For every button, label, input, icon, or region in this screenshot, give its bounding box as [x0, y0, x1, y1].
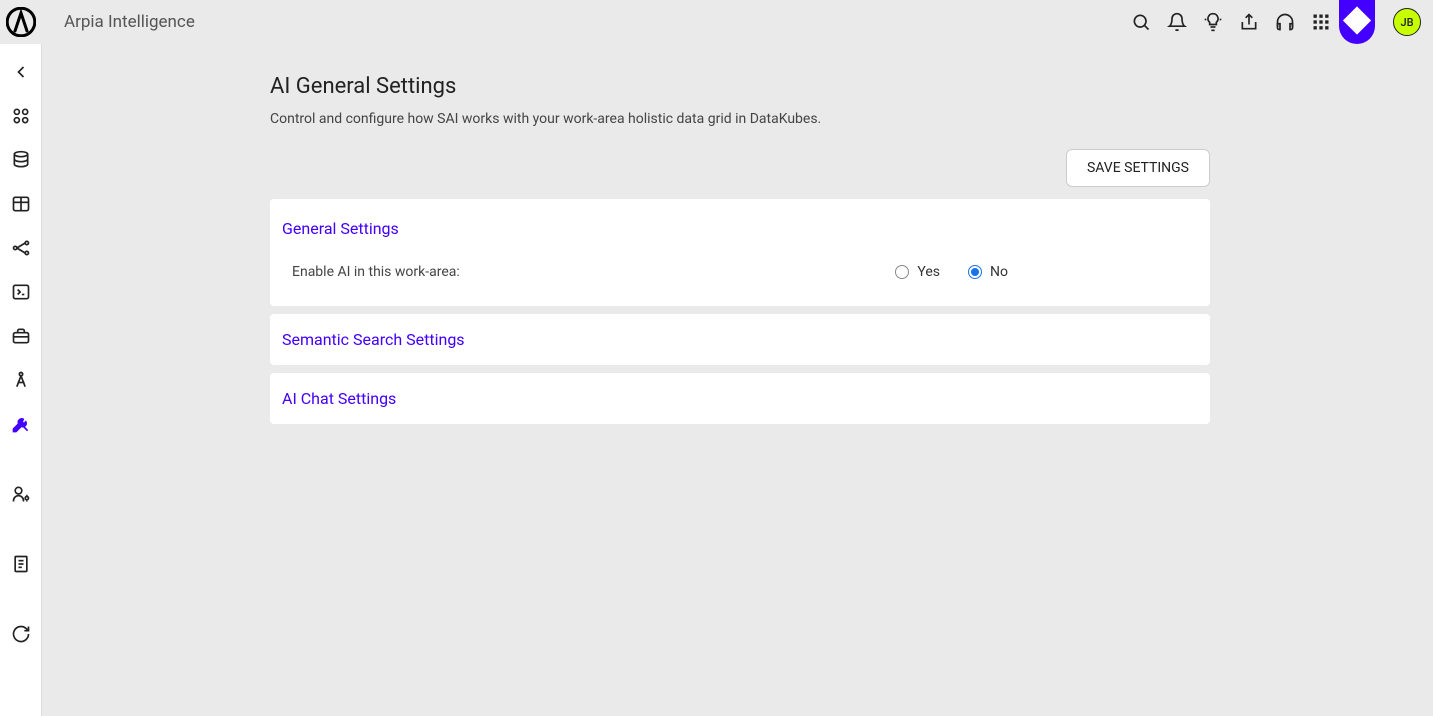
sidebar-item-toolbox-icon[interactable]: [0, 314, 42, 358]
logo-wrap: [0, 7, 42, 37]
enable-ai-radio-group: Yes No: [895, 264, 1198, 280]
enable-ai-no-option[interactable]: No: [968, 264, 1008, 280]
radio-icon: [895, 265, 909, 279]
panel-chat-title: AI Chat Settings: [282, 389, 1198, 408]
panel-semantic-search[interactable]: Semantic Search Settings: [270, 314, 1210, 365]
notifications-icon[interactable]: [1159, 4, 1195, 40]
idea-icon[interactable]: [1195, 4, 1231, 40]
design-tool-icon[interactable]: [1339, 0, 1375, 44]
panel-general-body: Enable AI in this work-area: Yes No: [282, 264, 1198, 286]
sidebar: [0, 44, 42, 716]
sidebar-item-tools-icon[interactable]: [0, 402, 42, 446]
page-title: AI General Settings: [270, 74, 1433, 99]
app-logo-icon[interactable]: [6, 7, 36, 37]
support-icon[interactable]: [1267, 4, 1303, 40]
sidebar-collapse-icon[interactable]: [0, 50, 42, 94]
page-subtitle: Control and configure how SAI works with…: [270, 111, 1433, 127]
panel-ai-chat[interactable]: AI Chat Settings: [270, 373, 1210, 424]
topbar-right: JB: [1123, 0, 1433, 44]
search-icon[interactable]: [1123, 4, 1159, 40]
panel-semantic-title: Semantic Search Settings: [282, 330, 1198, 349]
user-avatar[interactable]: JB: [1393, 8, 1421, 36]
sidebar-item-table-icon[interactable]: [0, 182, 42, 226]
enable-ai-yes-option[interactable]: Yes: [895, 264, 940, 280]
enable-ai-label: Enable AI in this work-area:: [292, 264, 460, 280]
main-content: AI General Settings Control and configur…: [42, 44, 1433, 716]
radio-yes-label: Yes: [917, 264, 940, 280]
sidebar-item-docs-icon[interactable]: [0, 542, 42, 586]
save-row: SAVE SETTINGS: [270, 149, 1210, 187]
app-title: Arpia Intelligence: [64, 12, 195, 32]
radio-icon: [968, 265, 982, 279]
sidebar-item-compass-icon[interactable]: [0, 358, 42, 402]
sidebar-item-overview-icon[interactable]: [0, 94, 42, 138]
share-icon[interactable]: [1231, 4, 1267, 40]
sidebar-item-user-settings-icon[interactable]: [0, 472, 42, 516]
sidebar-item-database-icon[interactable]: [0, 138, 42, 182]
top-bar: Arpia Intelligence JB: [0, 0, 1433, 44]
sidebar-item-connections-icon[interactable]: [0, 226, 42, 270]
panel-general-settings: General Settings Enable AI in this work-…: [270, 199, 1210, 306]
sidebar-item-refresh-icon[interactable]: [0, 612, 42, 656]
radio-no-label: No: [990, 264, 1008, 280]
panel-general-title[interactable]: General Settings: [282, 219, 1198, 238]
save-settings-button[interactable]: SAVE SETTINGS: [1066, 149, 1210, 187]
apps-grid-icon[interactable]: [1303, 4, 1339, 40]
sidebar-item-terminal-icon[interactable]: [0, 270, 42, 314]
